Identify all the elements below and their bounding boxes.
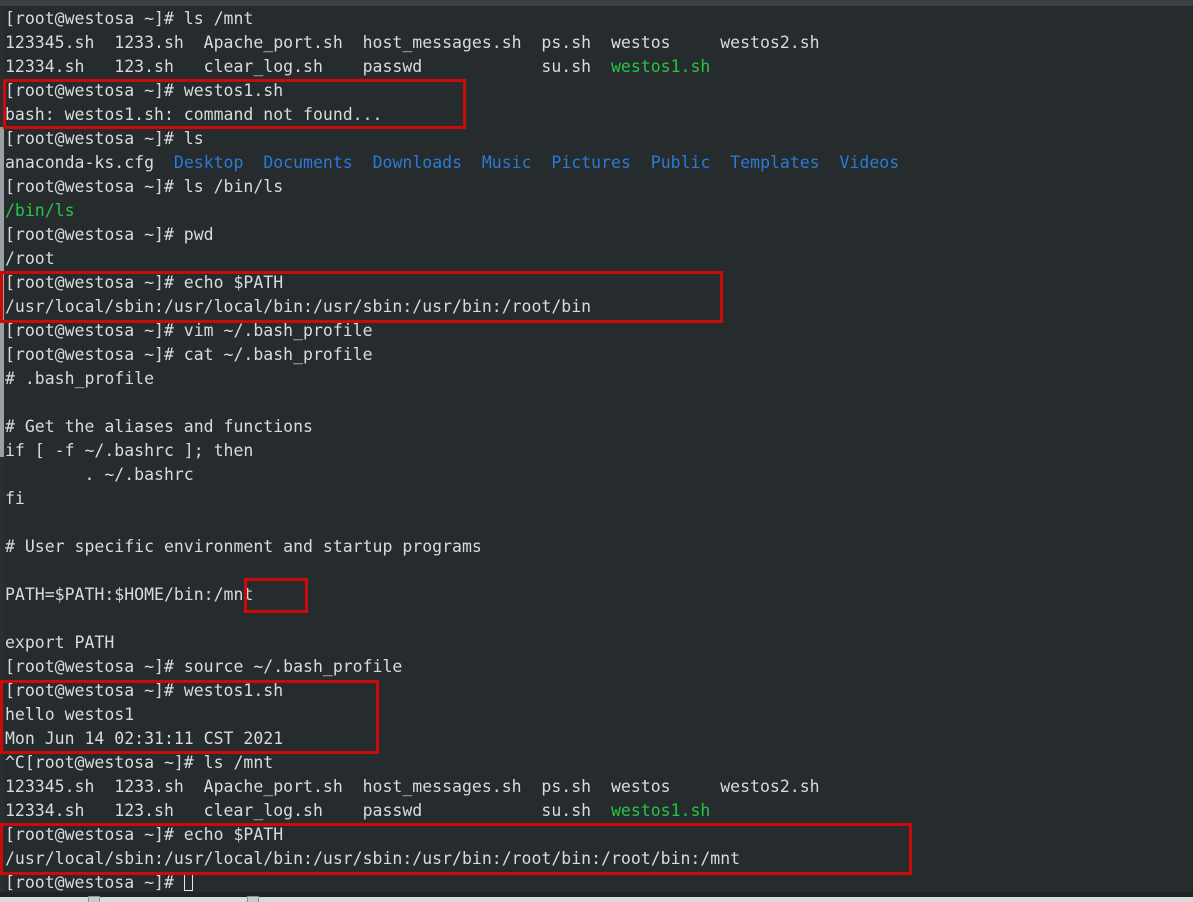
text-cursor[interactable] [183,874,193,891]
terminal-line: hello westos1 [4,703,1193,727]
terminal-output: PATH=$PATH:$HOME/bin:/mnt [5,585,254,604]
terminal-line: if [ -f ~/.bashrc ]; then [4,439,1193,463]
terminal-line: # Get the aliases and functions [4,415,1193,439]
terminal-line: /root [4,247,1193,271]
terminal-output: /usr/local/sbin:/usr/local/bin:/usr/sbin… [5,849,741,868]
window-titlebar[interactable] [0,0,1193,7]
terminal-text: anaconda-ks.cfg [5,153,174,172]
terminal-output: # .bash_profile [5,369,155,388]
terminal-command: [root@westosa ~]# ls /mnt [5,9,254,28]
terminal-line: /usr/local/sbin:/usr/local/bin:/usr/sbin… [4,295,1193,319]
directory-name: Desktop [173,153,244,172]
terminal-output: export PATH [5,633,115,652]
terminal-line: [root@westosa ~]# westos1.sh [4,679,1193,703]
terminal-line: . ~/.bashrc [4,463,1193,487]
terminal-output: # User specific environment and startup … [5,537,482,556]
terminal-line: [root@westosa ~]# westos1.sh [4,79,1193,103]
terminal-text-green: /bin/ls [5,201,75,220]
terminal-command: [root@westosa ~]# echo $PATH [5,273,284,292]
terminal-output: if [ -f ~/.bashrc ]; then [5,441,254,460]
terminal-output: . ~/.bashrc [5,465,194,484]
terminal-output: 123345.sh 1233.sh Apache_port.sh host_me… [5,33,820,52]
terminal-command: [root@westosa ~]# echo $PATH [5,825,284,844]
terminal-line: ^C[root@westosa ~]# ls /mnt [4,751,1193,775]
directory-name: Music [481,153,532,172]
directory-name: Pictures [551,153,631,172]
terminal-line: [root@westosa ~]# echo $PATH [4,823,1193,847]
directory-name: Public [650,153,711,172]
directory-name: Documents [263,153,353,172]
terminal-output: Mon Jun 14 02:31:11 CST 2021 [5,729,284,748]
terminal-command: [root@westosa ~]# vim ~/.bash_profile [5,321,373,340]
terminal-window: [root@westosa ~]# ls /mnt 123345.sh 1233.… [0,0,1193,902]
taskbar-window-icon-1[interactable] [88,896,100,902]
terminal-output: # Get the aliases and functions [5,417,313,436]
terminal-output: 12334.sh 123.sh clear_log.sh passwd su.s… [5,57,611,76]
taskbar-panel [0,892,1193,897]
terminal-line: [root@westosa ~]# source ~/.bash_profile [4,655,1193,679]
terminal-line: 12334.sh 123.sh clear_log.sh passwd su.s… [4,799,1193,823]
directory-name: Videos [839,153,900,172]
terminal-line: [root@westosa ~]# echo $PATH [4,271,1193,295]
directory-name: Templates [730,153,820,172]
terminal-line: 123345.sh 1233.sh Apache_port.sh host_me… [4,775,1193,799]
terminal-line: [root@westosa ~]# cat ~/.bash_profile [4,343,1193,367]
terminal-line: Mon Jun 14 02:31:11 CST 2021 [4,727,1193,751]
terminal-command: [root@westosa ~]# ls /bin/ls [5,177,284,196]
terminal-output: fi [5,489,25,508]
terminal-line: [root@westosa ~]# ls /bin/ls [4,175,1193,199]
directory-name: Downloads [372,153,462,172]
terminal-line: [root@westosa ~]# ls [4,127,1193,151]
terminal-line: export PATH [4,631,1193,655]
terminal-command: [root@westosa ~]# westos1.sh [5,81,284,100]
terminal-output: 123345.sh 1233.sh Apache_port.sh host_me… [5,777,820,796]
terminal-line: /bin/ls [4,199,1193,223]
shell-prompt: [root@westosa ~]# [5,873,184,892]
terminal-line: 12334.sh 123.sh clear_log.sh passwd su.s… [4,55,1193,79]
terminal-line: # .bash_profile [4,367,1193,391]
terminal-command: ^C[root@westosa ~]# ls /mnt [5,753,274,772]
terminal-command: [root@westosa ~]# westos1.sh [5,681,284,700]
desktop-taskbar[interactable] [0,892,1193,902]
terminal-command: [root@westosa ~]# pwd [5,225,214,244]
terminal-line: fi [4,487,1193,511]
terminal-command: [root@westosa ~]# ls [5,129,204,148]
terminal-line: bash: westos1.sh: command not found... [4,103,1193,127]
terminal-screen[interactable]: [root@westosa ~]# ls /mnt 123345.sh 1233.… [4,7,1193,892]
terminal-line: # User specific environment and startup … [4,535,1193,559]
terminal-line: /usr/local/sbin:/usr/local/bin:/usr/sbin… [4,847,1193,871]
terminal-line: [root@westosa ~]# vim ~/.bash_profile [4,319,1193,343]
terminal-output: 12334.sh 123.sh clear_log.sh passwd su.s… [5,801,611,820]
terminal-command: [root@westosa ~]# cat ~/.bash_profile [5,345,373,364]
executable-filename: westos1.sh [610,801,711,820]
terminal-line: [root@westosa ~]# ls /mnt [4,7,1193,31]
terminal-command: [root@westosa ~]# source ~/.bash_profile [5,657,403,676]
terminal-output: bash: westos1.sh: command not found... [5,105,383,124]
terminal-line: [root@westosa ~]# pwd [4,223,1193,247]
executable-filename: westos1.sh [610,57,711,76]
taskbar-window-icon-2[interactable] [247,896,259,902]
terminal-line: PATH=$PATH:$HOME/bin:/mnt [4,583,1193,607]
terminal-line: 123345.sh 1233.sh Apache_port.sh host_me… [4,31,1193,55]
terminal-output: /root [5,249,55,268]
terminal-line: anaconda-ks.cfg Desktop Documents Downlo… [4,151,1193,175]
terminal-output: hello westos1 [5,705,135,724]
terminal-output: /usr/local/sbin:/usr/local/bin:/usr/sbin… [5,297,592,316]
